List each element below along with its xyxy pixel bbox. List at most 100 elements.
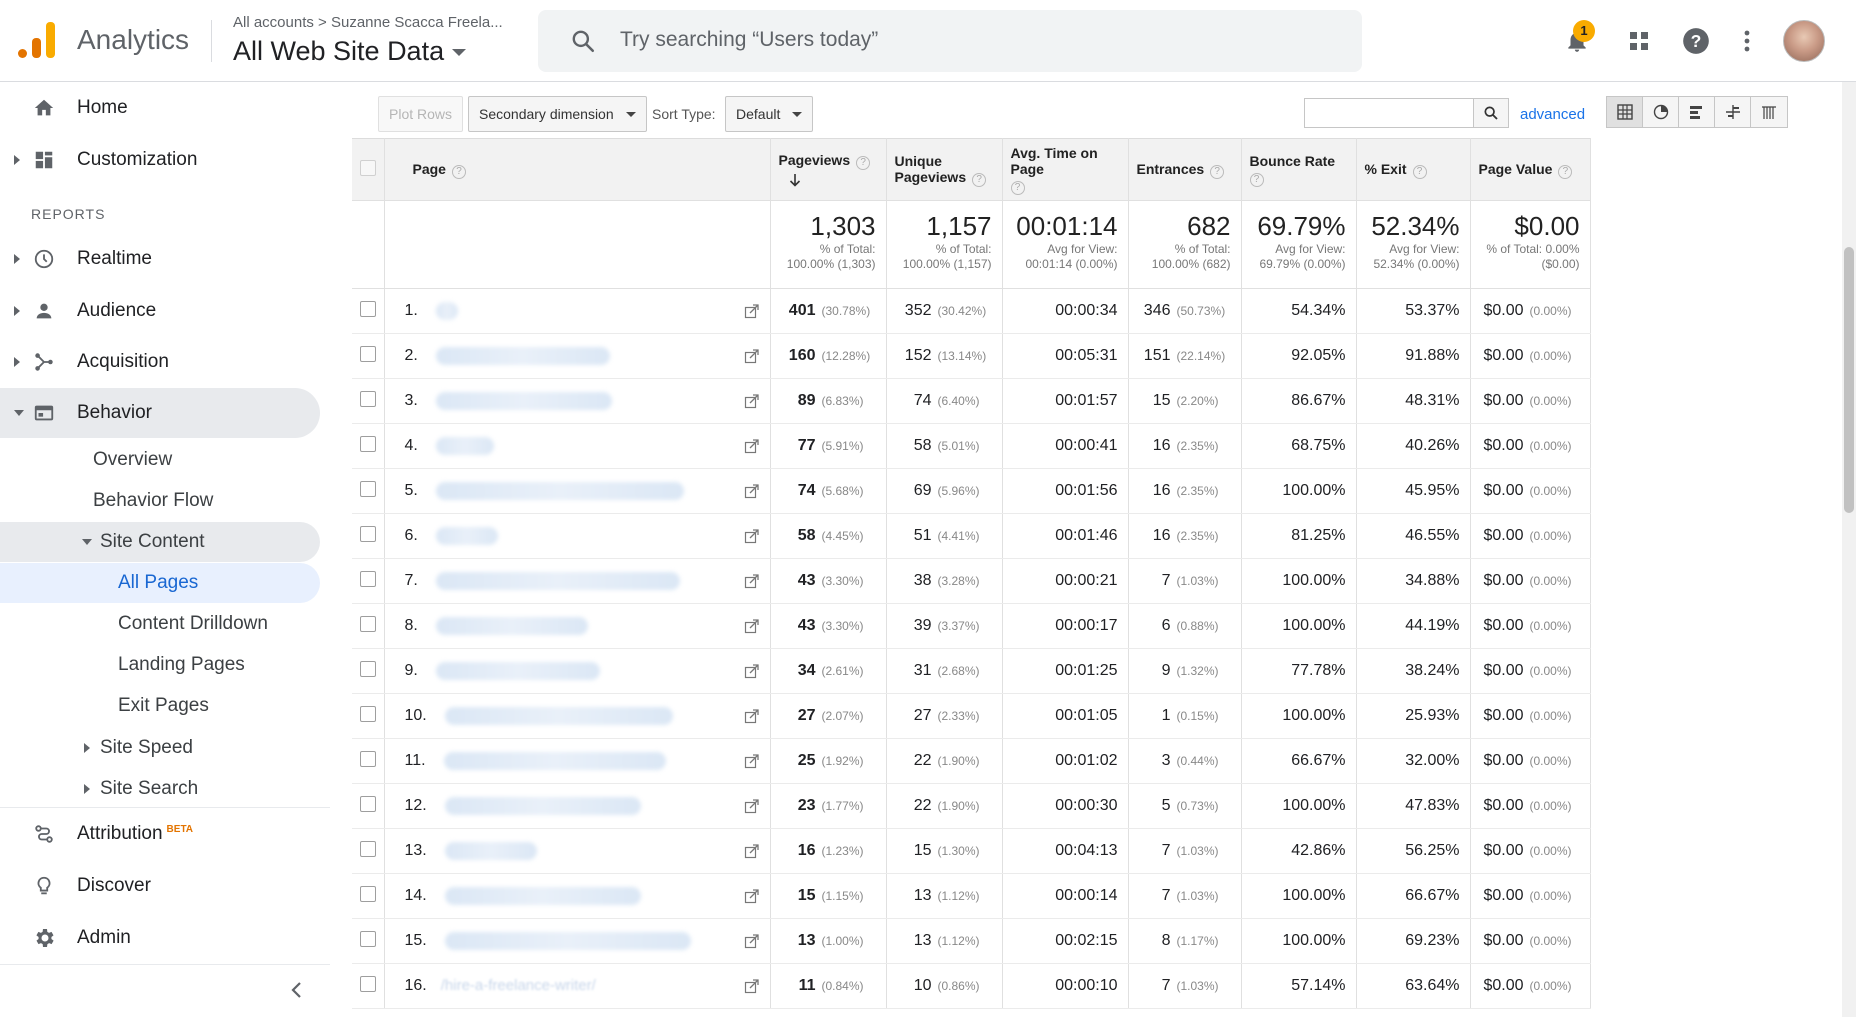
redacted-page-path[interactable] [444, 796, 641, 815]
redacted-page-path[interactable] [435, 616, 588, 635]
sidebar-item-overview[interactable]: Overview [0, 440, 320, 480]
scrollbar[interactable] [1842, 82, 1856, 1017]
redacted-page-path[interactable] [435, 661, 600, 680]
sidebar-item-realtime[interactable]: Realtime [0, 234, 320, 284]
redacted-page-path[interactable] [435, 526, 498, 545]
col-header-exit[interactable]: % Exit? [1356, 138, 1471, 201]
help-button[interactable]: ? [1677, 22, 1715, 60]
sidebar-item-audience[interactable]: Audience [0, 286, 320, 336]
sidebar-item-admin[interactable]: Admin [0, 913, 320, 963]
redacted-page-path[interactable] [435, 391, 612, 410]
breadcrumb[interactable]: All accounts > Suzanne Scacca Freela... [233, 14, 503, 31]
sidebar-item-site-speed[interactable]: Site Speed [0, 728, 320, 768]
property-selector[interactable]: All Web Site Data [233, 36, 467, 67]
external-link-icon[interactable] [744, 573, 760, 589]
redacted-page-path[interactable] [435, 481, 684, 500]
redacted-page-path[interactable] [435, 436, 494, 455]
scrollbar-thumb[interactable] [1844, 247, 1854, 513]
sidebar-item-attribution[interactable]: Attribution BETA [0, 809, 320, 859]
row-checkbox[interactable] [359, 435, 376, 452]
external-link-icon[interactable] [744, 708, 760, 724]
secondary-dimension-dropdown[interactable]: Secondary dimension [468, 96, 647, 132]
col-header-page[interactable]: Page? [384, 138, 771, 201]
pivot-view-button[interactable] [1751, 97, 1787, 127]
redacted-page-path[interactable] [435, 346, 610, 365]
external-link-icon[interactable] [744, 843, 760, 859]
redacted-page-path[interactable] [435, 301, 458, 320]
sidebar-item-all-pages[interactable]: All Pages [0, 563, 320, 603]
row-checkbox[interactable] [359, 885, 376, 902]
col-header-bounce-rate[interactable]: Bounce Rate? [1241, 138, 1357, 201]
external-link-icon[interactable] [744, 663, 760, 679]
redacted-page-path[interactable] [444, 841, 537, 860]
sidebar-item-content-drilldown[interactable]: Content Drilldown [0, 604, 320, 644]
plot-rows-button[interactable]: Plot Rows [378, 96, 464, 132]
sidebar-item-acquisition[interactable]: Acquisition [0, 337, 320, 387]
redacted-page-path[interactable] [435, 571, 680, 590]
comparison-view-button[interactable] [1715, 97, 1751, 127]
table-search-button[interactable] [1473, 98, 1509, 128]
row-checkbox[interactable] [359, 345, 376, 362]
external-link-icon[interactable] [744, 888, 760, 904]
row-checkbox[interactable] [359, 525, 376, 542]
row-checkbox[interactable] [359, 570, 376, 587]
row-checkbox[interactable] [359, 840, 376, 857]
table-view-button[interactable] [1607, 97, 1643, 127]
performance-view-button[interactable] [1679, 97, 1715, 127]
row-checkbox[interactable] [359, 750, 376, 767]
external-link-icon[interactable] [744, 618, 760, 634]
help-icon[interactable]: ? [1412, 164, 1427, 179]
avatar[interactable] [1783, 20, 1825, 62]
col-header-avg-time[interactable]: Avg. Time on Page? [1002, 138, 1129, 201]
help-icon[interactable]: ? [451, 164, 466, 179]
row-checkbox[interactable] [359, 795, 376, 812]
redacted-page-path[interactable] [444, 706, 673, 725]
external-link-icon[interactable] [744, 753, 760, 769]
external-link-icon[interactable] [744, 978, 760, 994]
sidebar-item-behavior-flow[interactable]: Behavior Flow [0, 481, 320, 521]
page-path-link[interactable]: /hire-a-freelance-writer/ [441, 977, 596, 994]
row-checkbox[interactable] [359, 480, 376, 497]
help-icon[interactable]: ? [972, 172, 987, 187]
row-checkbox[interactable] [359, 300, 376, 317]
row-checkbox[interactable] [359, 615, 376, 632]
row-checkbox[interactable] [359, 705, 376, 722]
row-checkbox[interactable] [359, 930, 376, 947]
help-icon[interactable]: ? [1010, 180, 1025, 195]
external-link-icon[interactable] [744, 483, 760, 499]
sort-type-dropdown[interactable]: Default [725, 96, 814, 132]
sidebar-item-site-search[interactable]: Site Search [0, 769, 320, 809]
external-link-icon[interactable] [744, 438, 760, 454]
external-link-icon[interactable] [744, 348, 760, 364]
sidebar-item-landing-pages[interactable]: Landing Pages [0, 645, 320, 685]
redacted-page-path[interactable] [443, 751, 666, 770]
redacted-page-path[interactable] [444, 931, 691, 950]
col-header-unique-pageviews[interactable]: Unique Pageviews? [886, 138, 1003, 201]
pie-view-button[interactable] [1643, 97, 1679, 127]
search-bar[interactable]: Try searching “Users today” [538, 10, 1362, 72]
apps-button[interactable] [1620, 22, 1658, 60]
sidebar-item-customization[interactable]: Customization [0, 135, 320, 185]
external-link-icon[interactable] [744, 303, 760, 319]
advanced-filter-link[interactable]: advanced [1520, 106, 1585, 123]
row-checkbox[interactable] [359, 390, 376, 407]
help-icon[interactable]: ? [1249, 172, 1264, 187]
external-link-icon[interactable] [744, 933, 760, 949]
external-link-icon[interactable] [744, 528, 760, 544]
sidebar-item-home[interactable]: Home [0, 83, 320, 133]
col-header-entrances[interactable]: Entrances? [1128, 138, 1242, 201]
help-icon[interactable]: ? [1558, 164, 1573, 179]
sidebar-item-exit-pages[interactable]: Exit Pages [0, 686, 320, 726]
row-checkbox[interactable] [359, 975, 376, 992]
redacted-page-path[interactable] [444, 886, 641, 905]
col-header-page-value[interactable]: Page Value? [1470, 138, 1591, 201]
help-icon[interactable]: ? [1210, 164, 1225, 179]
sidebar-item-site-content[interactable]: Site Content [0, 522, 320, 562]
sidebar-item-behavior[interactable]: Behavior [0, 388, 320, 438]
row-checkbox[interactable] [359, 660, 376, 677]
col-header-pageviews[interactable]: Pageviews? [770, 138, 887, 201]
more-options-button[interactable] [1728, 22, 1766, 60]
table-filter-input[interactable] [1304, 98, 1474, 128]
sidebar-item-discover[interactable]: Discover [0, 861, 320, 911]
analytics-logo[interactable] [18, 20, 58, 60]
